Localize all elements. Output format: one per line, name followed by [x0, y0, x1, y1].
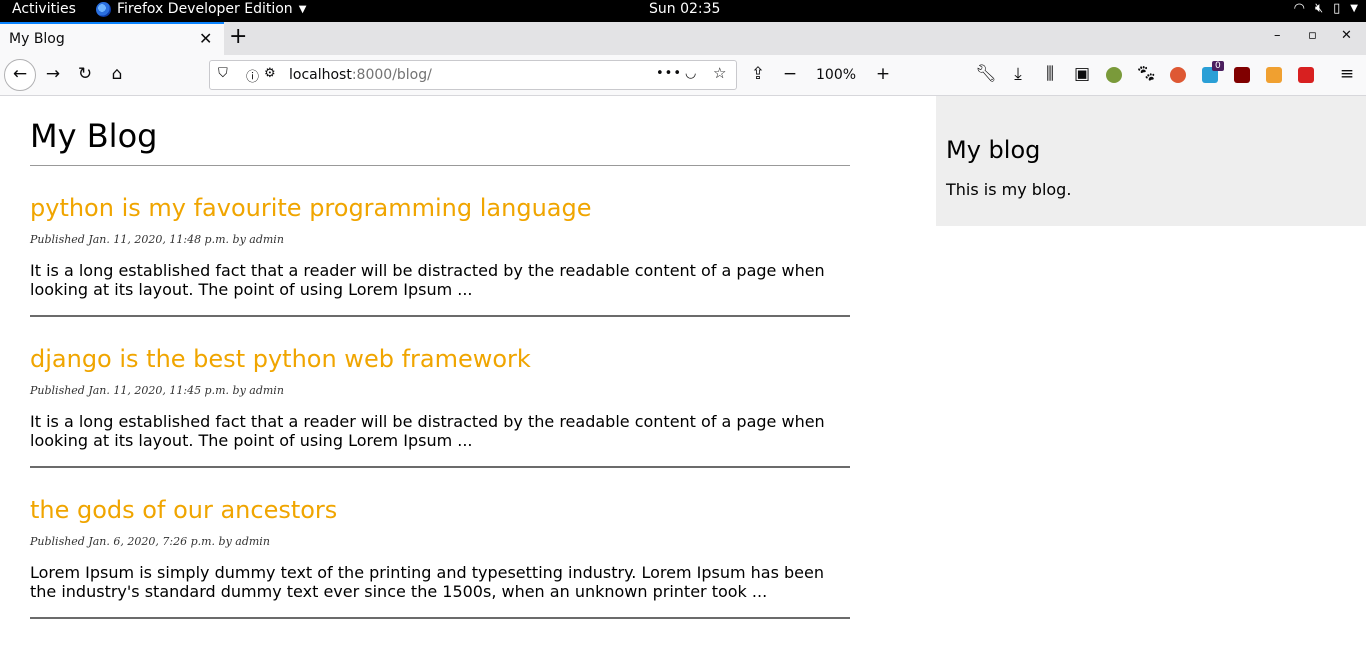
- hamburger-menu-icon[interactable]: ≡: [1336, 64, 1358, 84]
- sidebar-heading: My blog: [946, 136, 1041, 164]
- tab-my-blog[interactable]: My Blog ✕: [0, 22, 224, 55]
- post-excerpt: Lorem Ipsum is simply dummy text of the …: [30, 563, 824, 601]
- post-item: python is my favourite programming langu…: [30, 166, 850, 317]
- info-icon[interactable]: ⓘ: [246, 66, 259, 85]
- tab-title: My Blog: [9, 31, 65, 47]
- bookmark-star-icon[interactable]: ☆: [713, 64, 726, 82]
- post-title-link[interactable]: django is the best python web framework: [30, 345, 531, 373]
- sidebar-text: This is my blog.: [946, 180, 1072, 199]
- close-window-icon[interactable]: ✕: [1341, 28, 1352, 43]
- downloads-icon[interactable]: ⤓: [1007, 64, 1029, 84]
- shield-icon[interactable]: ⛉: [218, 66, 228, 81]
- post-item: django is the best python web framework …: [30, 317, 850, 468]
- close-tab-icon[interactable]: ✕: [199, 29, 212, 48]
- page-actions-icon[interactable]: •••: [656, 66, 682, 81]
- arrow-left-icon: ←: [12, 64, 28, 84]
- zoom-level[interactable]: 100%: [816, 67, 856, 83]
- post-meta: Published Jan. 11, 2020, 11:45 p.m. by a…: [30, 384, 284, 397]
- permissions-icon[interactable]: ⚙: [264, 66, 276, 81]
- url-text[interactable]: localhost:8000/blog/: [289, 67, 432, 83]
- chevron-down-icon: ▼: [298, 3, 307, 15]
- home-icon[interactable]: ⌂: [106, 64, 128, 84]
- wifi-icon: ◠: [1293, 1, 1305, 16]
- post-excerpt: It is a long established fact that a rea…: [30, 412, 825, 450]
- post-title-link[interactable]: python is my favourite programming langu…: [30, 194, 592, 222]
- duckduckgo-icon[interactable]: [1170, 67, 1186, 83]
- firefox-icon: [96, 1, 111, 17]
- url-host: localhost: [289, 67, 352, 83]
- battery-icon: ▯: [1333, 1, 1341, 16]
- notification-badge: 0: [1212, 61, 1224, 71]
- pocket-icon[interactable]: ◡: [685, 66, 696, 81]
- extension-gnome-icon[interactable]: 🐾︎: [1135, 64, 1157, 84]
- page-title: My Blog: [30, 118, 850, 166]
- new-tab-icon[interactable]: +: [229, 24, 247, 49]
- app-name: Firefox Developer Edition: [117, 1, 293, 17]
- system-tray[interactable]: ◠ 🔇︎ ▯ ▼: [1294, 1, 1358, 16]
- chevron-down-icon: ▼: [1350, 3, 1358, 14]
- extension-rss-icon[interactable]: [1266, 67, 1282, 83]
- url-path: :8000/blog/: [351, 67, 432, 83]
- clock[interactable]: Sun 02:35: [649, 1, 720, 17]
- post-item: the gods of our ancestors Published Jan.…: [30, 468, 850, 619]
- main-content: My Blog python is my favourite programmi…: [30, 96, 850, 619]
- forward-icon[interactable]: →: [42, 64, 64, 84]
- back-button[interactable]: ←: [4, 59, 36, 91]
- post-title-link[interactable]: the gods of our ancestors: [30, 496, 337, 524]
- sidebar: My blog This is my blog.: [936, 96, 1366, 226]
- minimize-icon[interactable]: –: [1274, 28, 1281, 43]
- post-meta: Published Jan. 6, 2020, 7:26 p.m. by adm…: [30, 535, 270, 548]
- system-top-bar: Activities Firefox Developer Edition ▼ S…: [0, 0, 1366, 22]
- extension-globe-icon[interactable]: [1106, 67, 1122, 83]
- maximize-icon[interactable]: ▫: [1308, 28, 1317, 43]
- tab-strip: My Blog ✕ + – ▫ ✕: [0, 22, 1366, 55]
- post-title: python is my favourite programming langu…: [30, 166, 850, 222]
- post-title: django is the best python web framework: [30, 317, 850, 373]
- app-menu[interactable]: Firefox Developer Edition ▼: [96, 1, 306, 17]
- volume-muted-icon: 🔇︎: [1314, 1, 1324, 16]
- developer-tools-wrench-icon[interactable]: 🔧︎: [975, 64, 997, 84]
- reload-icon[interactable]: ↻: [74, 64, 96, 84]
- library-icon[interactable]: ⫼: [1039, 64, 1061, 84]
- post-excerpt: It is a long established fact that a rea…: [30, 261, 825, 299]
- extension-edit-icon[interactable]: [1298, 67, 1314, 83]
- screenshot-icon[interactable]: ⇪: [747, 64, 769, 84]
- page-viewport: My Blog python is my favourite programmi…: [0, 96, 1366, 654]
- sidebar-icon[interactable]: ▣: [1071, 64, 1093, 84]
- post-meta: Published Jan. 11, 2020, 11:48 p.m. by a…: [30, 233, 284, 246]
- url-bar[interactable]: ⛉ ⓘ ⚙ localhost:8000/blog/ ••• ◡ ☆: [209, 60, 737, 90]
- zoom-in-icon[interactable]: +: [872, 64, 894, 84]
- zoom-out-icon[interactable]: −: [779, 64, 801, 84]
- activities-button[interactable]: Activities: [12, 1, 76, 17]
- navigation-toolbar: ← → ↻ ⌂ ⛉ ⓘ ⚙ localhost:8000/blog/ ••• ◡…: [0, 55, 1366, 96]
- post-title: the gods of our ancestors: [30, 468, 850, 524]
- ublock-origin-icon[interactable]: [1234, 67, 1250, 83]
